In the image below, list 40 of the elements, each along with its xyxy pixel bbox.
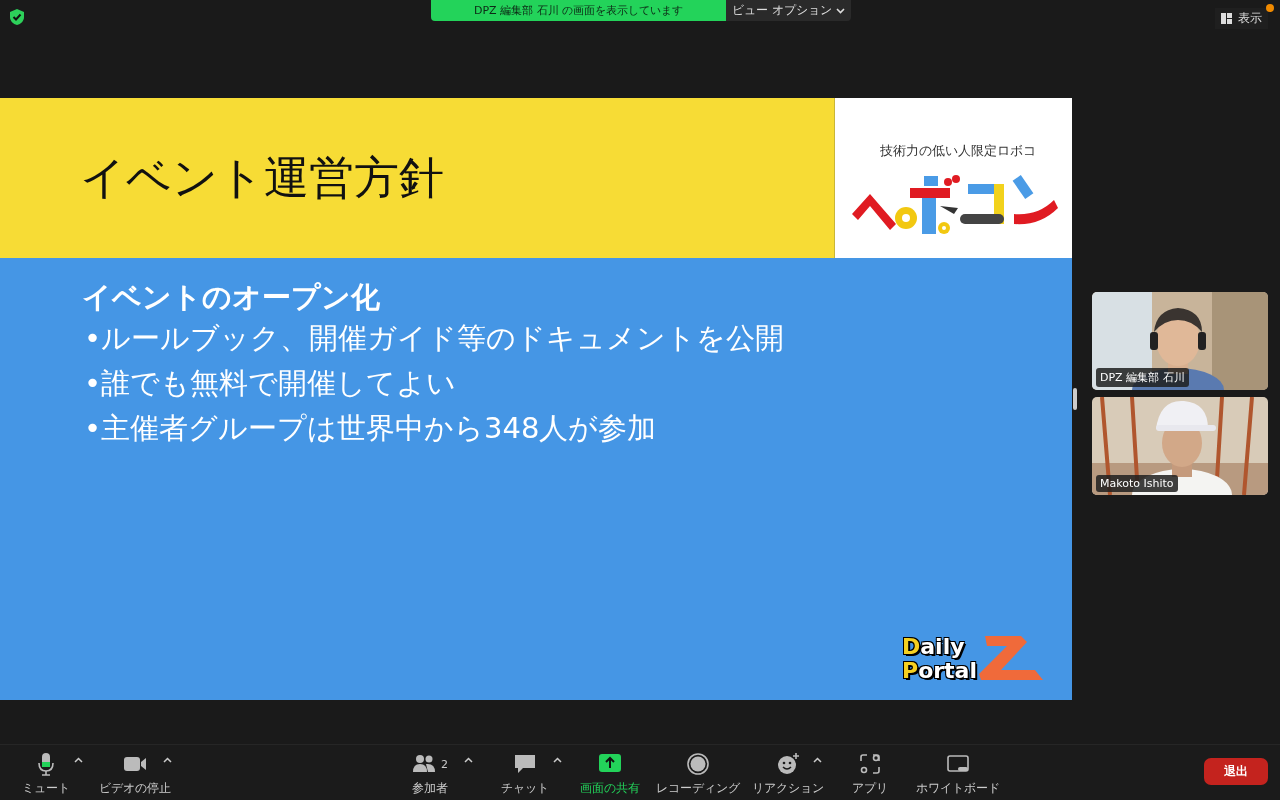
bullet-text: •誰でも無料で開催してよい [84, 365, 458, 402]
chat-bubble-icon [513, 752, 537, 776]
people-button[interactable]: 2 参加者 [412, 751, 448, 797]
view-button[interactable]: 表示 [1215, 8, 1268, 29]
record-icon [686, 752, 710, 776]
leave-button[interactable]: 退出 [1204, 758, 1268, 785]
apps-button[interactable]: アプリ [852, 751, 888, 797]
caret-icon[interactable] [553, 757, 562, 763]
bullet-text: •ルールブック、開催ガイド等のドキュメントを公開 [84, 320, 786, 357]
participant-count: 2 [441, 757, 448, 771]
bullet-text: •主催者グループは世界中から348人が参加 [84, 410, 658, 447]
apps-icon [858, 752, 882, 776]
slide-title: イベント運営方針 [80, 150, 444, 206]
caret-icon[interactable] [163, 757, 172, 763]
caret-icon[interactable] [74, 757, 83, 763]
smiley-plus-icon [776, 752, 800, 776]
mic-button[interactable]: ミュート [22, 751, 70, 797]
shield-icon [8, 8, 26, 26]
participant-name: Makoto Ishito [1096, 475, 1178, 492]
participant-name: DPZ 編集部 石川 [1096, 368, 1189, 387]
share-banner: DPZ 編集部 石川 の画面を表示しています [431, 0, 726, 21]
record-button[interactable]: レコーディング [656, 751, 740, 797]
logo-caption: 技術力の低い人限定ロボコ [879, 142, 1036, 160]
view-options-button[interactable]: ビュー オプション [726, 0, 851, 21]
camera-button[interactable]: ビデオの停止 [99, 751, 171, 797]
video-tile[interactable]: Makoto Ishito [1092, 397, 1268, 495]
video-tile[interactable]: DPZ 編集部 石川 [1092, 292, 1268, 390]
slide-heading: イベントのオープン化 [82, 279, 381, 316]
brand-text: Daily [902, 635, 966, 659]
caret-icon[interactable] [813, 757, 822, 763]
chevron-icon [835, 7, 845, 14]
brand-text: Portal [902, 659, 977, 683]
resize-handle[interactable] [1073, 388, 1077, 410]
reaction-button[interactable]: リアクション [752, 751, 824, 797]
chat-button[interactable]: チャット [501, 751, 549, 797]
notification-dot [1266, 4, 1274, 12]
layout-icon [1221, 13, 1232, 24]
caret-icon[interactable] [464, 757, 473, 763]
share-button[interactable]: 画面の共有 [580, 751, 640, 797]
whiteboard-button[interactable]: ホワイトボード [916, 751, 1000, 797]
